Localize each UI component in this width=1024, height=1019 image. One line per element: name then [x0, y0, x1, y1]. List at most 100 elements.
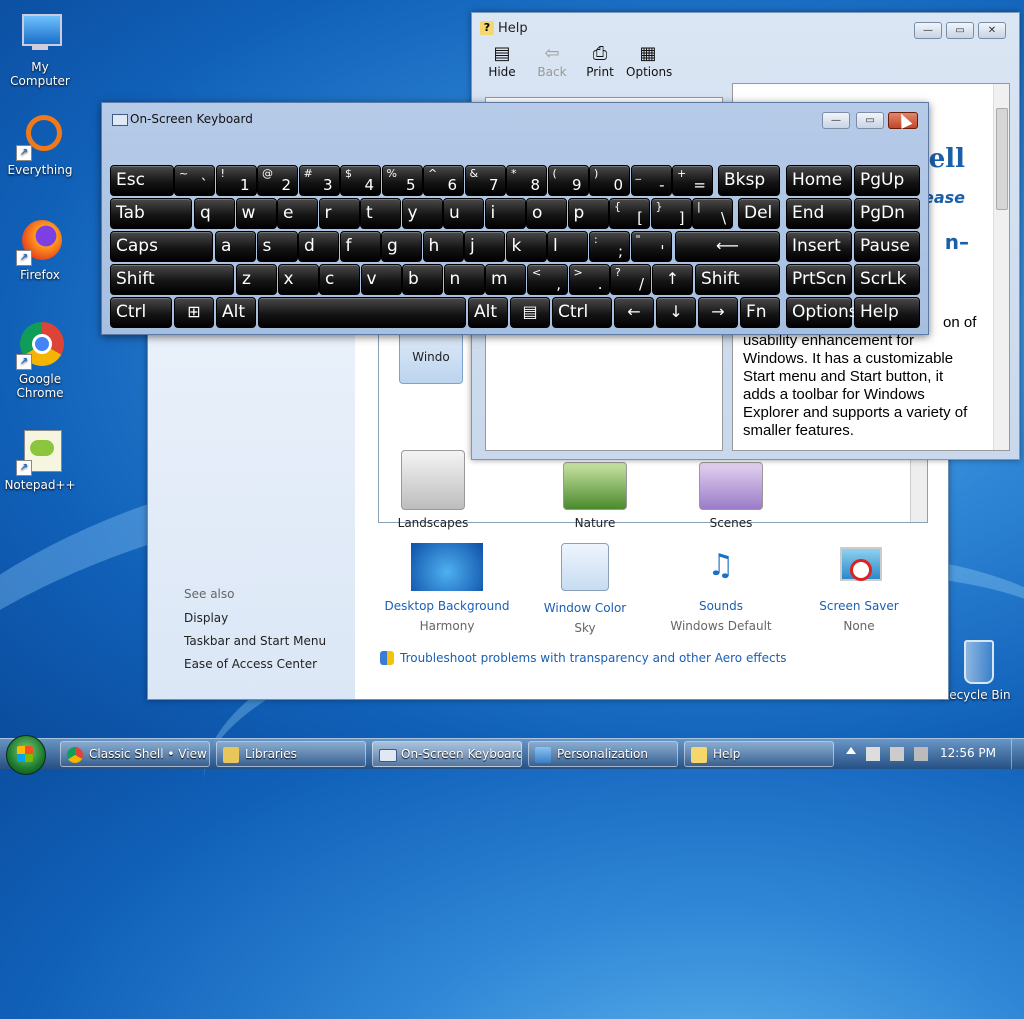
hide-button[interactable]: ▤ Hide	[480, 43, 524, 79]
key-6[interactable]: ^ 6	[423, 165, 464, 196]
osk-maximize-button[interactable]: ▭	[856, 112, 884, 129]
key-home[interactable]: Home	[786, 165, 852, 196]
screen-saver-link[interactable]: Screen Saver	[794, 599, 924, 613]
window-color-item[interactable]: Window Color Sky	[520, 543, 650, 635]
key-prtscn[interactable]: PrtScn	[786, 264, 852, 295]
desktop-icon-firefox[interactable]: ↗ Firefox	[0, 218, 80, 282]
link-taskbar-start-menu[interactable]: Taskbar and Start Menu	[184, 634, 326, 648]
key-m[interactable]: m	[485, 264, 526, 295]
key-=[interactable]: + =	[672, 165, 713, 196]
key-j[interactable]: j	[464, 231, 505, 262]
taskbar-item-personalization[interactable]: Personalization	[528, 741, 678, 767]
taskbar-item-libraries[interactable]: Libraries	[216, 741, 366, 767]
print-button[interactable]: ⎙ Print	[578, 43, 622, 79]
clock[interactable]: 12:56 PM	[940, 746, 996, 760]
key-right[interactable]: →	[698, 297, 738, 328]
key-a[interactable]: a	[215, 231, 256, 262]
troubleshoot-link[interactable]: Troubleshoot problems with transparency …	[400, 651, 787, 665]
desktop-icon-notepadpp[interactable]: ↗ Notepad++	[0, 428, 80, 492]
key-punct2-2[interactable]: ? /	[610, 264, 651, 295]
key-menu[interactable]: ▤	[510, 297, 550, 328]
key-punct2-0[interactable]: <,	[527, 264, 568, 295]
key-i[interactable]: i	[484, 198, 526, 229]
key-z[interactable]: z	[236, 264, 277, 295]
show-desktop-button[interactable]	[1011, 739, 1024, 769]
close-button[interactable]: ✕	[978, 22, 1006, 39]
key-g[interactable]: g	[381, 231, 422, 262]
key-8[interactable]: * 8	[506, 165, 547, 196]
desktop-icon-chrome[interactable]: ↗ Google Chrome	[0, 322, 80, 400]
key-pgup[interactable]: PgUp	[854, 165, 920, 196]
key-windows[interactable]: ⊞	[174, 297, 214, 328]
key-`[interactable]: ~ `	[174, 165, 215, 196]
key-5[interactable]: % 5	[381, 165, 423, 196]
key-bksp[interactable]: Bksp	[718, 165, 780, 196]
key-scrlk[interactable]: ScrLk	[854, 264, 920, 295]
key-c[interactable]: c	[319, 264, 360, 295]
key-insert[interactable]: Insert	[786, 231, 852, 262]
key-p[interactable]: p	[567, 198, 609, 229]
key-d[interactable]: d	[298, 231, 339, 262]
sounds-link[interactable]: Sounds	[656, 599, 786, 613]
volume-icon[interactable]	[914, 747, 928, 761]
key-punct-0[interactable]: :;	[589, 231, 630, 262]
theme-item-scenes[interactable]: Scenes	[691, 462, 771, 530]
network-icon[interactable]	[890, 747, 904, 761]
key-4[interactable]: $4	[340, 165, 381, 196]
help-scrollbar[interactable]	[993, 84, 1009, 450]
desktop-background-link[interactable]: Desktop Background	[382, 599, 512, 613]
minimize-button[interactable]: —	[914, 22, 942, 39]
key-pgdn[interactable]: PgDn	[854, 198, 920, 229]
key-tab[interactable]: Tab	[110, 198, 192, 229]
key-l[interactable]: l	[547, 231, 588, 262]
taskbar-item-on-screen-keyboard[interactable]: On-Screen Keyboard	[372, 741, 522, 767]
key-help[interactable]: Help	[854, 297, 920, 328]
key--[interactable]: _ -	[630, 165, 672, 196]
taskbar-item-help[interactable]: Help	[684, 741, 834, 767]
key-ctrl-left[interactable]: Ctrl	[110, 297, 172, 328]
key-v[interactable]: v	[360, 264, 402, 295]
key-space[interactable]	[258, 297, 466, 328]
key-bracket-0[interactable]: {[	[609, 198, 650, 229]
key-3[interactable]: #3	[298, 165, 340, 196]
key-down[interactable]: ↓	[656, 297, 696, 328]
key-9[interactable]: (9	[547, 165, 589, 196]
desktop-icon-my-computer[interactable]: My Computer	[0, 10, 80, 88]
key-punct2-1[interactable]: >.	[568, 264, 610, 295]
key-caps[interactable]: Caps	[110, 231, 213, 262]
key-b[interactable]: b	[402, 264, 443, 295]
key-k[interactable]: k	[505, 231, 547, 262]
key-e[interactable]: e	[277, 198, 318, 229]
key-s[interactable]: s	[256, 231, 298, 262]
key-end[interactable]: End	[786, 198, 852, 229]
theme-item-nature[interactable]: Nature	[555, 462, 635, 530]
key-bracket-2[interactable]: | \	[692, 198, 733, 229]
options-button[interactable]: ▦ Options	[626, 43, 672, 79]
maximize-button[interactable]: ▭	[946, 22, 974, 39]
theme-item-landscapes[interactable]: Landscapes	[393, 450, 473, 530]
key-y[interactable]: y	[401, 198, 443, 229]
key-fn[interactable]: Fn	[740, 297, 780, 328]
key-t[interactable]: t	[360, 198, 401, 229]
key-r[interactable]: r	[318, 198, 360, 229]
key-n[interactable]: n	[443, 264, 485, 295]
key-pause[interactable]: Pause	[854, 231, 920, 262]
link-ease-of-access[interactable]: Ease of Access Center	[184, 657, 317, 671]
action-center-icon[interactable]	[866, 747, 880, 761]
desktop-icon-everything[interactable]: ↗ Everything	[0, 113, 80, 177]
sounds-item[interactable]: ♫ Sounds Windows Default	[656, 543, 786, 633]
key-punct-1[interactable]: " '	[630, 231, 672, 262]
key-0[interactable]: ) 0	[589, 165, 630, 196]
key-f[interactable]: f	[339, 231, 381, 262]
screen-saver-item[interactable]: Screen Saver None	[794, 543, 924, 633]
key-del[interactable]: Del	[738, 198, 780, 229]
key-options[interactable]: Options	[786, 297, 858, 328]
back-button[interactable]: ⇦ Back	[530, 43, 574, 79]
key-alt-right[interactable]: Alt	[468, 297, 508, 328]
window-color-link[interactable]: Window Color	[520, 601, 650, 615]
key-esc[interactable]: Esc	[110, 165, 174, 196]
key-1[interactable]: ! 1	[215, 165, 257, 196]
key-2[interactable]: @2	[257, 165, 298, 196]
key-up[interactable]: ↑	[652, 264, 693, 295]
start-button[interactable]	[6, 735, 46, 775]
